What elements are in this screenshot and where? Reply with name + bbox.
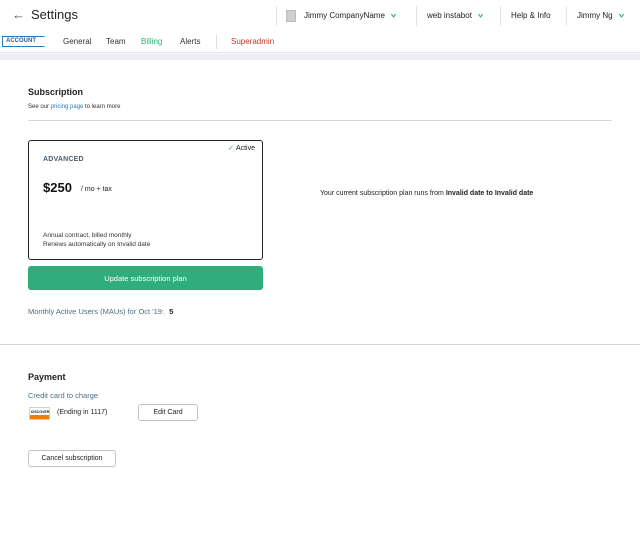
update-plan-button[interactable]: Update subscription plan [28, 266, 263, 290]
pricing-note-suffix: to learn more [83, 104, 121, 110]
billing-content: Subscription See our pricing page to lea… [0, 60, 640, 545]
section-divider [0, 344, 640, 345]
help-menu[interactable]: Help & Info [511, 0, 551, 31]
mau-label: Monthly Active Users (MAUs) for Oct '19: [28, 307, 165, 316]
divider [500, 6, 501, 26]
help-label: Help & Info [511, 11, 551, 20]
page-title: Settings [31, 7, 78, 22]
check-icon: ✓ [228, 145, 234, 152]
divider [566, 6, 567, 26]
plan-price: $250 [43, 180, 72, 195]
tab-divider [216, 35, 217, 49]
back-arrow-icon[interactable]: ← [12, 8, 26, 22]
top-bar: ← Settings Jimmy CompanyName web instabo… [0, 0, 640, 31]
divider [28, 120, 612, 121]
pricing-note-prefix: See our [28, 104, 51, 110]
card-brand: DISCOVER [31, 410, 50, 414]
chevron-down-icon [390, 13, 396, 18]
settings-tabs: ACCOUNT General Team Billing Alerts Supe… [0, 31, 640, 53]
chevron-down-icon [477, 13, 483, 18]
user-name: Jimmy Ng [577, 11, 613, 20]
user-menu[interactable]: Jimmy Ng [577, 0, 625, 31]
price-unit: / mo + tax [81, 186, 112, 193]
active-label: Active [235, 145, 255, 152]
company-selector[interactable]: Jimmy CompanyName [286, 0, 397, 31]
mau-value: 5 [169, 307, 174, 316]
tab-billing[interactable]: Billing [141, 31, 162, 53]
mau-row: Monthly Active Users (MAUs) for Oct '19:… [28, 307, 173, 316]
card-stripe [30, 415, 49, 419]
subscription-heading: Subscription [28, 87, 84, 97]
tab-general[interactable]: General [63, 31, 91, 53]
card-ending: (Ending in 1117) [57, 409, 108, 416]
account-badge: ACCOUNT [2, 36, 45, 47]
renewal-line: Renews automatically on Invalid date [43, 241, 151, 248]
credit-card-label: Credit card to charge [28, 391, 99, 400]
tab-alerts[interactable]: Alerts [180, 31, 200, 53]
payment-heading: Payment [28, 372, 66, 382]
chevron-down-icon [618, 13, 624, 18]
subscription-period: Your current subscription plan runs from… [320, 189, 540, 199]
discover-card-icon: DISCOVER [29, 407, 50, 420]
divider [276, 6, 277, 26]
tab-superadmin[interactable]: Superadmin [231, 31, 274, 53]
company-name: Jimmy CompanyName [304, 11, 385, 20]
contract-line: Annual contract, billed monthly [43, 232, 132, 239]
plan-name: ADVANCED [43, 156, 84, 163]
bot-selector[interactable]: web instabot [427, 0, 484, 31]
period-prefix: Your current subscription plan runs from [320, 190, 446, 197]
edit-card-button[interactable]: Edit Card [138, 404, 198, 421]
contract-info: Annual contract, billed monthly Renews a… [43, 231, 150, 249]
company-icon [286, 9, 296, 22]
cancel-subscription-button[interactable]: Cancel subscription [28, 450, 116, 467]
pricing-note: See our pricing page to learn more [28, 104, 120, 110]
period-value: Invalid date to Invalid date [445, 190, 534, 197]
tab-team[interactable]: Team [106, 31, 126, 53]
plan-card: ✓ Active ADVANCED $250 / mo + tax Annual … [28, 140, 263, 260]
bot-name: web instabot [427, 11, 472, 20]
divider [416, 6, 417, 26]
pricing-page-link[interactable]: pricing page [51, 104, 84, 110]
active-badge: ✓ Active [228, 144, 255, 152]
